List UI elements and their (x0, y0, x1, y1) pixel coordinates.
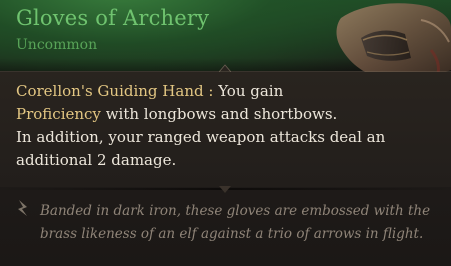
item-description: Corellon's Guiding Hand : You gain Profi… (16, 80, 436, 172)
ability-name: Corellon's Guiding Hand (16, 82, 204, 100)
ability-text-3: In addition, your ranged weapon attacks … (16, 128, 386, 169)
proficiency-term[interactable]: Proficiency (16, 105, 101, 123)
ability-text-2: with longbows and shortbows. (100, 105, 338, 123)
ability-text-1: You gain (218, 82, 284, 100)
item-rarity: Uncommon (16, 37, 98, 53)
flavor-text: Banded in dark iron, these gloves are em… (40, 203, 431, 242)
ability-separator: : (203, 82, 219, 100)
separator-notch-icon (219, 186, 231, 193)
item-title: Gloves of Archery (16, 6, 210, 30)
quill-flourish-icon (18, 200, 27, 216)
item-tooltip: Gloves of Archery Uncommon Corellon's Gu… (0, 0, 451, 266)
divider-notch-icon (219, 64, 231, 72)
